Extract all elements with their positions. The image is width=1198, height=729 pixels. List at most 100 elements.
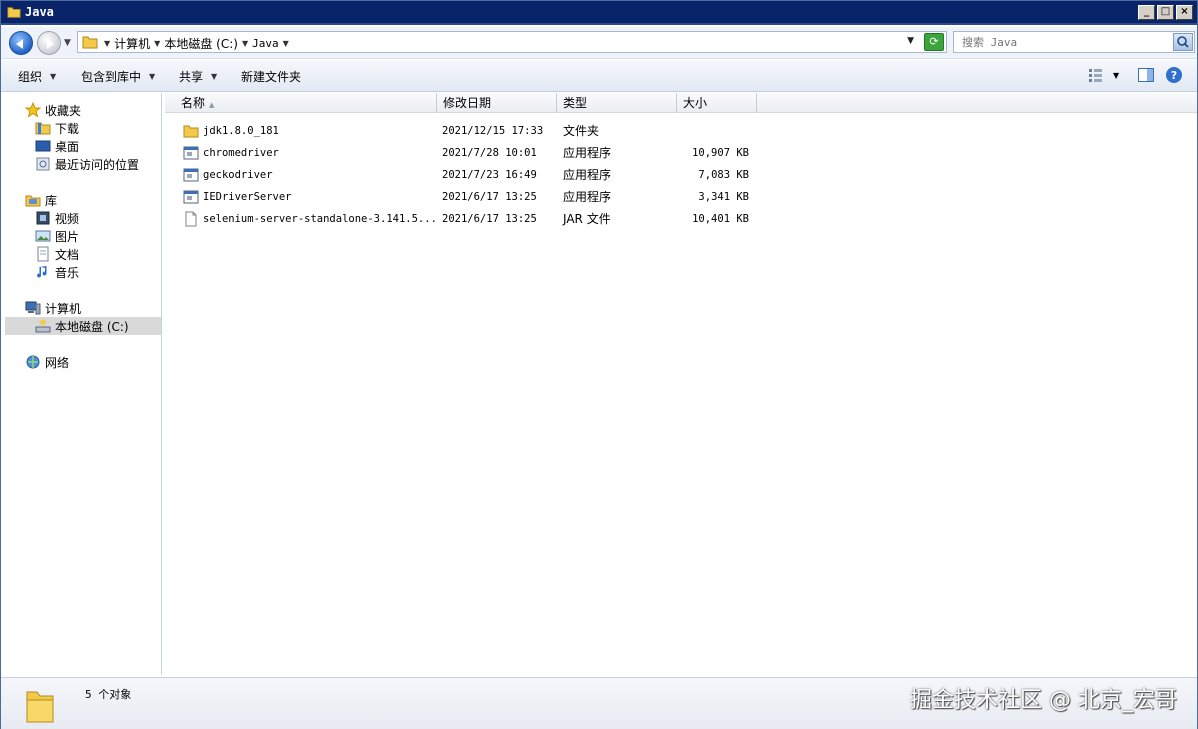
search-box[interactable] — [953, 31, 1195, 53]
back-button[interactable] — [9, 31, 33, 55]
breadcrumb-java[interactable]: Java — [252, 37, 279, 50]
address-bar[interactable]: ▼ 计算机 ▼ 本地磁盘 (C:) ▼ Java ▼ ▼ ⟳ — [77, 31, 947, 53]
view-options-icon[interactable] — [1087, 66, 1105, 86]
explorer-window: Java _ □ × ▼ ▼ 计算机 ▼ 本地磁盘 (C:) ▼ Java ▼ … — [0, 0, 1198, 729]
file-row-jdk[interactable]: jdk1.8.0_181 2021/12/15 17:33 文件夹 — [165, 120, 765, 142]
organize-label: 组织 — [18, 70, 43, 84]
file-row-iedriverserver[interactable]: IEDriverServer 2021/6/17 13:25 应用程序 3,34… — [165, 186, 765, 208]
window-title: Java — [25, 5, 54, 19]
nav-favorites[interactable]: 收藏夹 — [25, 101, 81, 119]
pictures-icon — [35, 230, 51, 242]
column-modified[interactable]: 修改日期 — [437, 93, 557, 113]
nav-documents[interactable]: 文档 — [35, 245, 79, 263]
nav-pictures-label: 图片 — [55, 229, 80, 244]
music-icon — [37, 266, 47, 278]
column-name-label: 名称 — [181, 96, 206, 110]
file-size: 10,907 KB — [692, 147, 749, 159]
breadcrumb-local-disk[interactable]: 本地磁盘 (C:) — [164, 35, 238, 52]
file-name: chromedriver — [203, 147, 279, 159]
nav-network[interactable]: 网络 — [25, 353, 69, 371]
watermark: 掘金技术社区 @ 北京_宏哥 — [910, 688, 1177, 713]
breadcrumb-arrow-icon[interactable]: ▼ — [283, 39, 289, 48]
item-count: 5 个对象 — [85, 688, 132, 701]
file-row-geckodriver[interactable]: geckodriver 2021/7/23 16:49 应用程序 7,083 K… — [165, 164, 765, 186]
nav-desktop-label: 桌面 — [55, 139, 80, 154]
nav-videos-label: 视频 — [55, 211, 80, 226]
breadcrumb-arrow-icon[interactable]: ▼ — [242, 39, 248, 48]
nav-music[interactable]: 音乐 — [35, 263, 79, 281]
file-type: 应用程序 — [563, 146, 612, 160]
address-history-dropdown-icon[interactable]: ▼ — [907, 36, 914, 46]
file-list-pane: 名称 ▲ 修改日期 类型 大小 jdk1.8.0_181 2021/12/15 1… — [165, 93, 1197, 675]
title-bar[interactable]: Java _ □ × — [1, 1, 1197, 25]
preview-pane-icon[interactable] — [1137, 66, 1155, 86]
nav-documents-label: 文档 — [55, 247, 80, 262]
nav-libraries-label: 库 — [45, 193, 58, 208]
sort-ascending-icon: ▲ — [209, 101, 215, 109]
column-type[interactable]: 类型 — [557, 93, 677, 113]
search-input[interactable] — [962, 34, 1172, 50]
file-modified: 2021/7/28 10:01 — [442, 147, 537, 159]
search-icon[interactable] — [1173, 33, 1193, 51]
nav-pictures[interactable]: 图片 — [35, 227, 79, 245]
column-header: 名称 ▲ 修改日期 类型 大小 — [165, 93, 1197, 113]
file-row-chromedriver[interactable]: chromedriver 2021/7/28 10:01 应用程序 10,907… — [165, 142, 765, 164]
nav-favorites-label: 收藏夹 — [45, 103, 82, 118]
computer-icon — [25, 301, 41, 315]
file-name: jdk1.8.0_181 — [203, 125, 279, 137]
view-dropdown-icon[interactable]: ▼ — [1113, 66, 1125, 86]
help-icon[interactable]: ? — [1165, 66, 1183, 86]
nav-recent-places-label: 最近访问的位置 — [55, 157, 140, 172]
file-type: 文件夹 — [563, 124, 600, 138]
navigation-pane: 收藏夹 下载 桌面 最近访问的位置 库 视频 图片 文档 音乐 计算机 本地磁盘… — [5, 93, 162, 675]
breadcrumb-arrow-icon[interactable]: ▼ — [154, 39, 160, 48]
file-type: 应用程序 — [563, 168, 612, 182]
file-size: 7,083 KB — [698, 169, 749, 181]
column-size-label: 大小 — [683, 96, 708, 110]
recent-pages-dropdown-icon[interactable]: ▼ — [64, 38, 71, 48]
folder-icon — [7, 7, 21, 18]
new-folder-label: 新建文件夹 — [241, 70, 302, 84]
column-name[interactable]: 名称 ▲ — [165, 93, 437, 113]
nav-recent-places[interactable]: 最近访问的位置 — [35, 155, 139, 173]
nav-local-disk-c[interactable]: 本地磁盘 (C:) — [5, 317, 161, 335]
chevron-down-icon: ▼ — [50, 72, 57, 81]
file-row-selenium-jar[interactable]: selenium-server-standalone-3.141.5... 20… — [165, 208, 765, 230]
include-in-library-label: 包含到库中 — [81, 70, 142, 84]
folder-icon — [82, 36, 98, 49]
refresh-button[interactable]: ⟳ — [924, 33, 944, 51]
nav-network-label: 网络 — [45, 355, 70, 370]
nav-downloads[interactable]: 下载 — [35, 119, 79, 137]
file-size: 10,401 KB — [692, 213, 749, 225]
breadcrumb-computer[interactable]: 计算机 — [114, 35, 150, 52]
folder-icon — [26, 691, 54, 723]
nav-libraries[interactable]: 库 — [25, 191, 57, 209]
file-modified: 2021/7/23 16:49 — [442, 169, 537, 181]
column-size[interactable]: 大小 — [677, 93, 757, 113]
share-menu[interactable]: 共享 ▼ — [179, 68, 217, 85]
downloads-folder-icon — [35, 122, 51, 135]
drive-icon — [35, 319, 51, 333]
network-icon — [26, 355, 40, 369]
nav-music-label: 音乐 — [55, 265, 80, 280]
file-icon — [185, 211, 197, 227]
file-name: geckodriver — [203, 169, 273, 181]
folder-icon — [183, 125, 199, 138]
maximize-button[interactable]: □ — [1157, 5, 1174, 20]
column-type-label: 类型 — [563, 96, 588, 110]
include-in-library-menu[interactable]: 包含到库中 ▼ — [81, 68, 155, 85]
nav-videos[interactable]: 视频 — [35, 209, 79, 227]
column-modified-label: 修改日期 — [443, 96, 492, 110]
forward-button[interactable] — [37, 31, 61, 55]
video-icon — [36, 211, 50, 225]
minimize-button[interactable]: _ — [1138, 5, 1155, 20]
close-button[interactable]: × — [1176, 5, 1193, 20]
nav-computer[interactable]: 计算机 — [25, 299, 81, 317]
command-toolbar: 组织 ▼ 包含到库中 ▼ 共享 ▼ 新建文件夹 ▼ ? — [1, 60, 1197, 92]
breadcrumb-arrow-icon[interactable]: ▼ — [104, 39, 110, 48]
file-modified: 2021/12/15 17:33 — [442, 125, 544, 137]
new-folder-button[interactable]: 新建文件夹 — [241, 68, 301, 85]
nav-desktop[interactable]: 桌面 — [35, 137, 79, 155]
application-icon — [183, 146, 199, 160]
organize-menu[interactable]: 组织 ▼ — [18, 68, 56, 85]
